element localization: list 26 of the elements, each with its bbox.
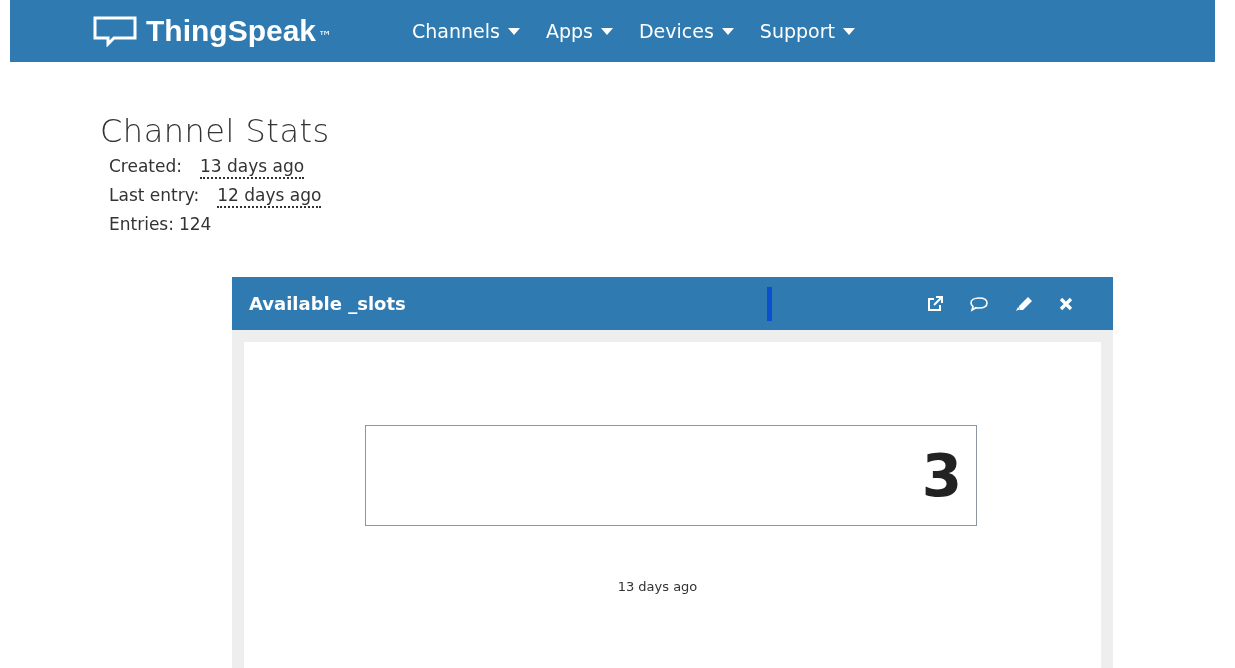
caret-icon[interactable] xyxy=(721,27,734,35)
trademark: ™ xyxy=(318,28,333,44)
close-icon[interactable] xyxy=(1059,296,1073,311)
brand-name[interactable]: ThingSpeak xyxy=(146,14,317,48)
timestamp: 13 days ago xyxy=(616,579,699,594)
nav-menu[interactable]: Apps xyxy=(545,20,613,42)
stat-label: Last entry: xyxy=(109,185,200,207)
display-value: 3 xyxy=(921,441,962,510)
nav-menu[interactable]: Devices xyxy=(638,20,734,42)
stat-label: Entries: xyxy=(109,214,174,236)
external-link-icon[interactable] xyxy=(927,295,943,312)
stat-link[interactable]: 12 days ago xyxy=(217,185,322,208)
stat-label: Created: xyxy=(109,156,182,178)
widget-title: Available _slots xyxy=(249,293,407,314)
pencil-icon[interactable] xyxy=(1015,295,1033,312)
caret-icon[interactable] xyxy=(600,27,613,35)
comment-icon[interactable] xyxy=(969,295,989,312)
nav-menu[interactable]: Support xyxy=(759,20,855,42)
text-cursor xyxy=(767,286,772,321)
caret-icon[interactable] xyxy=(507,27,520,35)
stat-value: 124 xyxy=(178,214,212,236)
caret-icon[interactable] xyxy=(842,27,855,35)
nav-menu[interactable]: Channels xyxy=(412,20,520,42)
stat-link[interactable]: 13 days ago xyxy=(200,156,305,179)
page-title: Channel Stats xyxy=(100,112,331,150)
speech-bubble-icon[interactable] xyxy=(92,15,138,47)
